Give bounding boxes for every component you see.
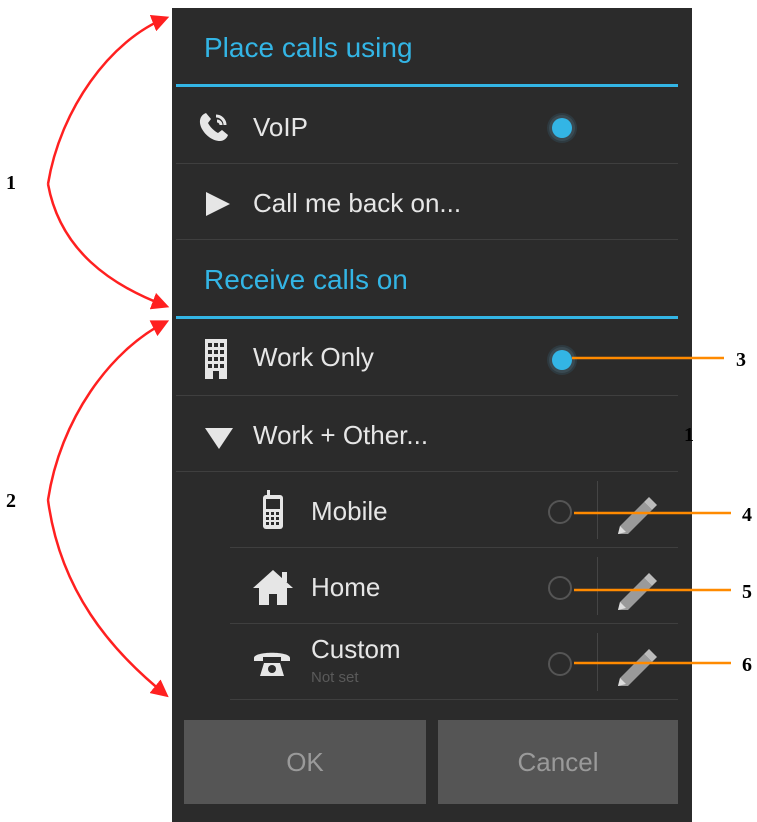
annotation-number-1: 1 [6, 172, 16, 194]
annotation-number-4: 4 [742, 504, 752, 526]
annotation-number-6: 6 [742, 654, 752, 676]
annotation-number-5: 5 [742, 581, 752, 603]
bracket-arrow-2-bottom [46, 499, 169, 698]
annotation-stray-mark: 1 [684, 424, 694, 446]
bracket-arrow-1-top [46, 14, 170, 185]
annotation-number-3: 3 [736, 349, 746, 371]
bracket-arrow-2-top [46, 320, 170, 501]
bracket-arrow-1-bottom [46, 183, 170, 310]
annotation-number-2: 2 [6, 490, 16, 512]
annotation-overlay [46, 14, 731, 698]
